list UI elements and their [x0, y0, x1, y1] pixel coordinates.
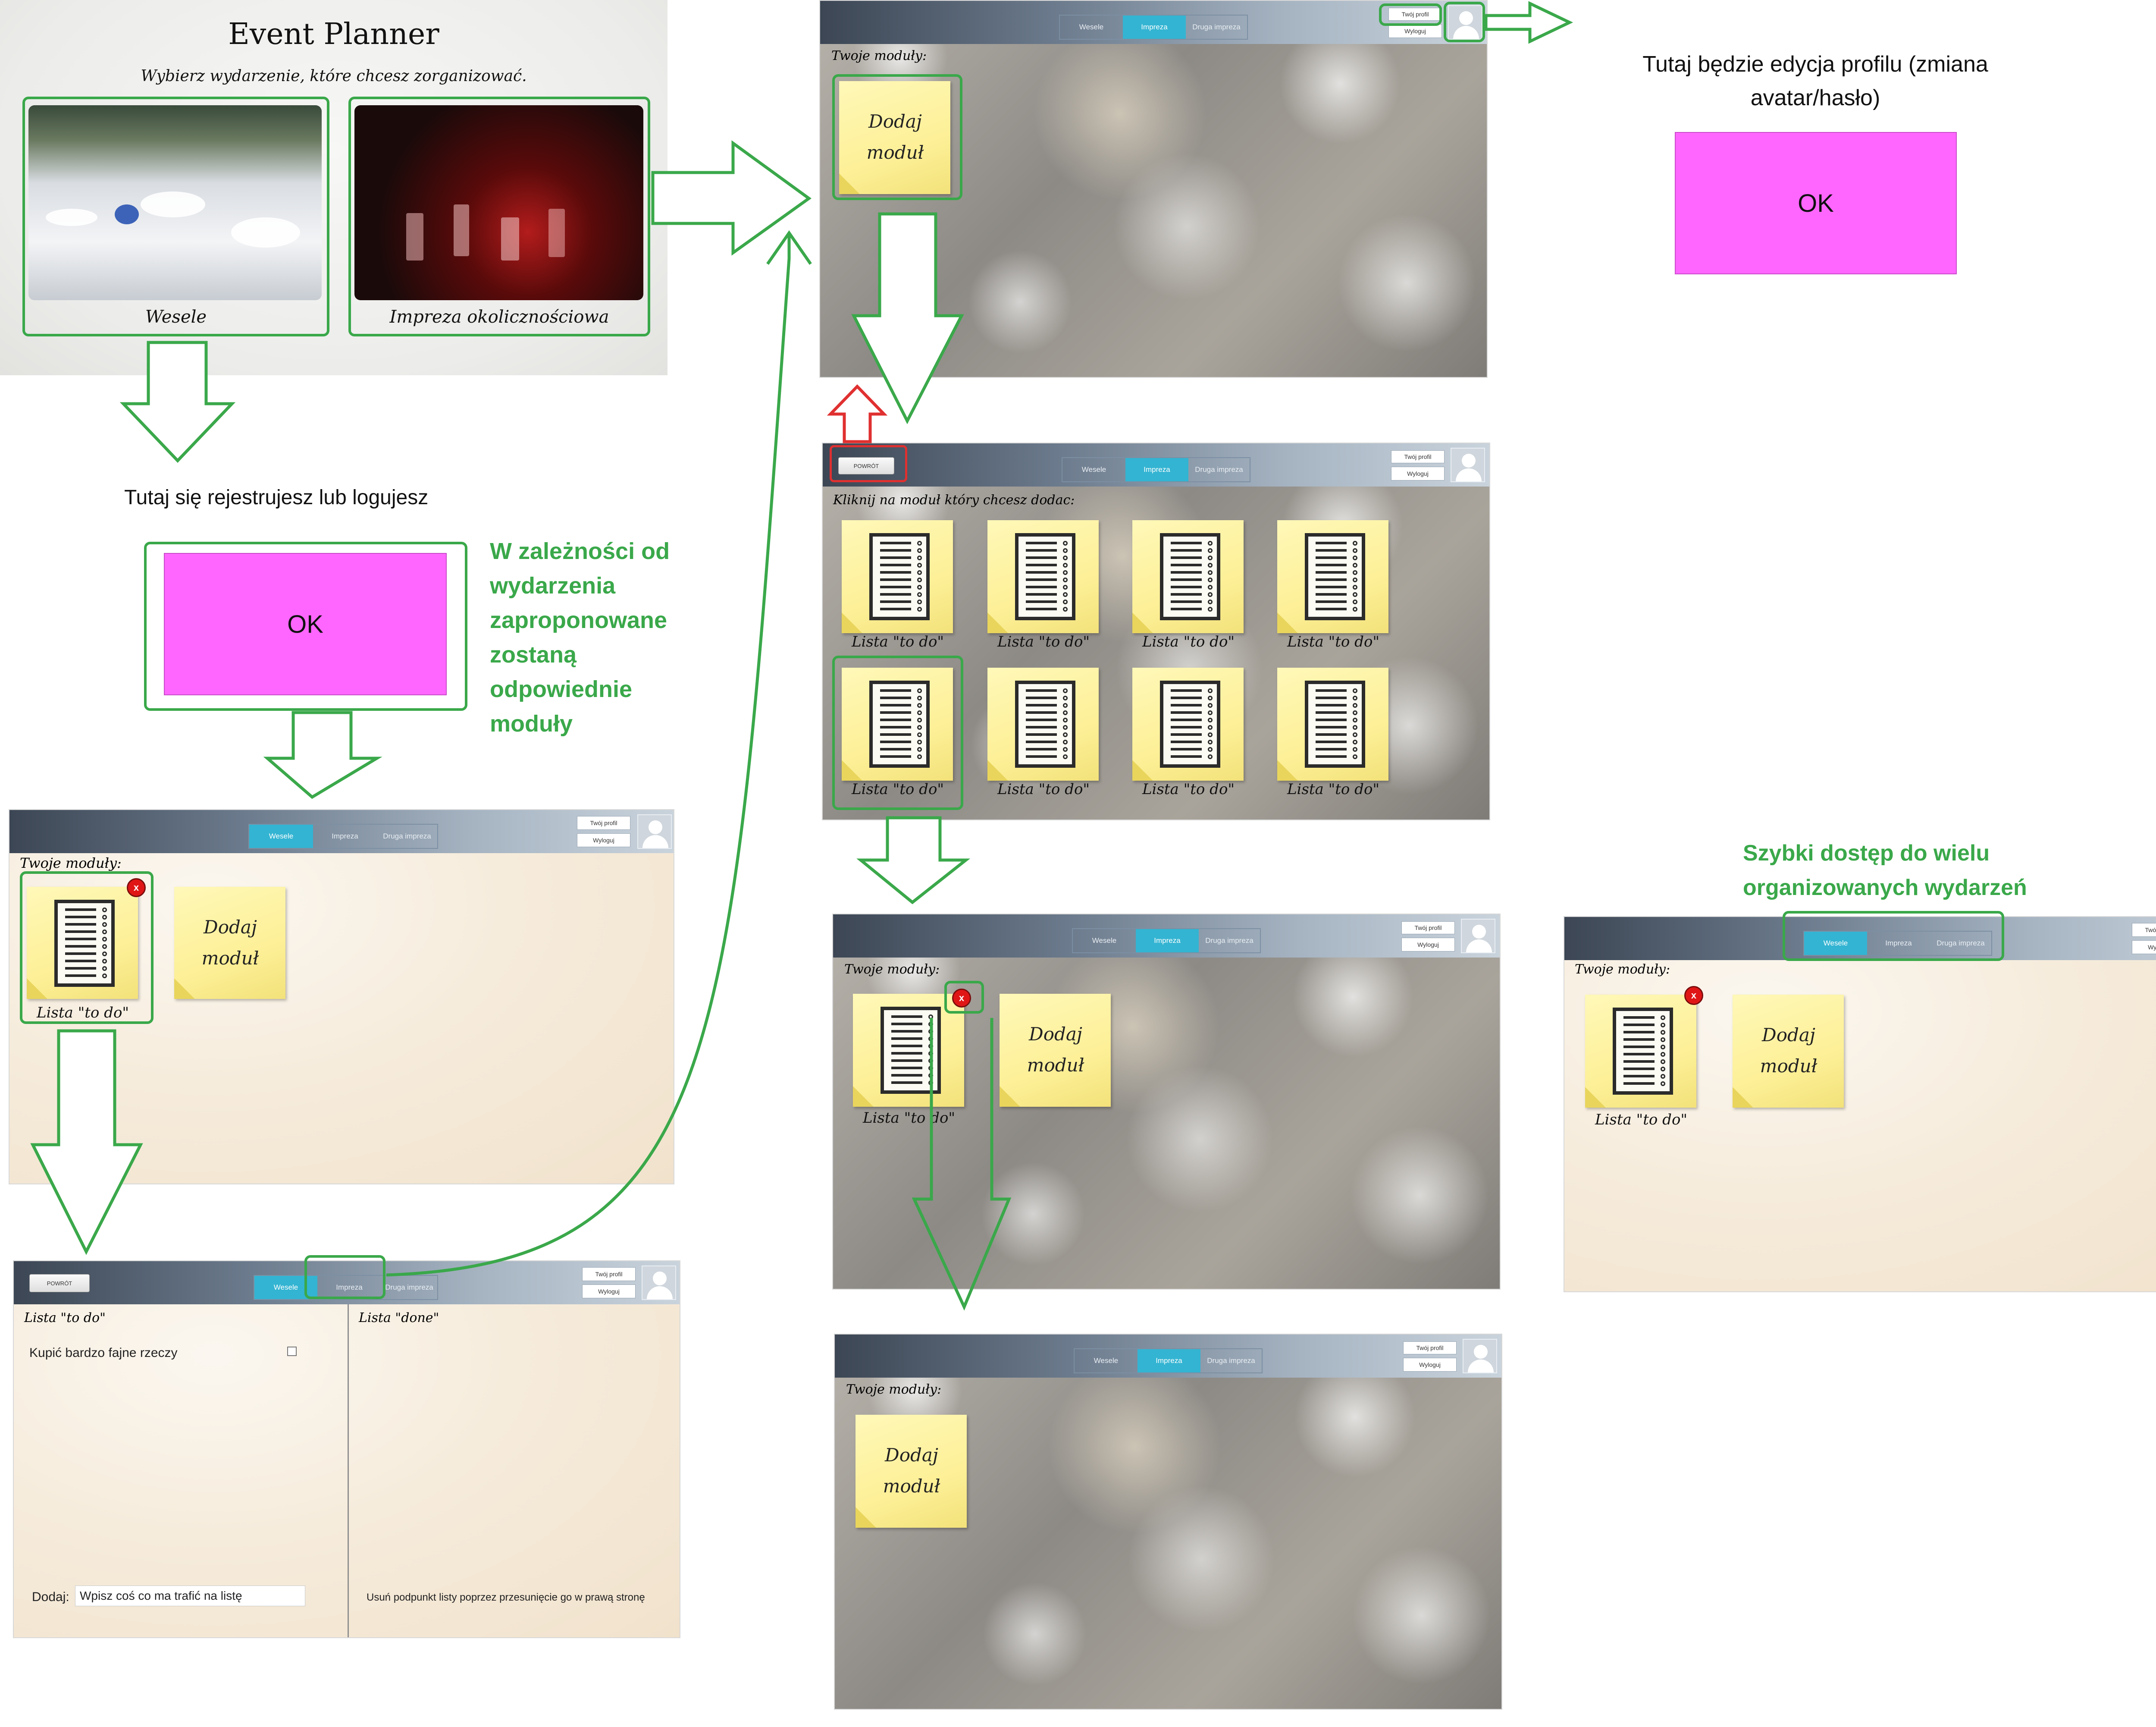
flow-arrows [30, 1, 1573, 1311]
arrow-down-impreza-empty [851, 212, 964, 424]
arrow-down-start [119, 341, 236, 463]
arrow-delete-down [912, 1018, 1012, 1311]
arrow-down-auth [263, 711, 382, 799]
arrow-right-profile [1484, 1, 1573, 44]
arrow-back-from-list [386, 233, 791, 1277]
arrow-up-back-red [827, 384, 888, 443]
arrow-down-wesele [30, 1029, 143, 1255]
arrow-down-picker [856, 816, 971, 904]
